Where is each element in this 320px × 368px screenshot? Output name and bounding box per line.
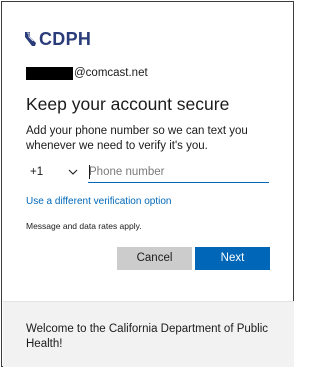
page-title: Keep your account secure: [26, 94, 230, 114]
description-text: Add your phone number so we can text you…: [26, 125, 248, 152]
account-identifier: @comcast.net: [26, 67, 148, 80]
redacted-username: [26, 67, 73, 80]
chevron-down-icon: [68, 169, 78, 175]
cdph-logo: CDPH: [24, 29, 91, 49]
phone-number-input[interactable]: [88, 161, 269, 183]
alternate-verification-link[interactable]: Use a different verification option: [26, 196, 171, 208]
next-button[interactable]: Next: [195, 247, 270, 270]
logo-text: CDPH: [39, 29, 92, 49]
signin-dialog: CDPH @comcast.net Keep your account secu…: [1, 1, 294, 367]
text-cursor: [89, 165, 90, 179]
footer-text: Welcome to the California Department of …: [26, 323, 269, 350]
welcome-footer: Welcome to the California Department of …: [3, 301, 294, 367]
account-domain: @comcast.net: [74, 67, 148, 79]
cancel-button[interactable]: Cancel: [117, 247, 192, 270]
rates-note: Message and data rates apply.: [26, 221, 142, 231]
country-code-select[interactable]: +1: [26, 161, 82, 183]
country-code-value: +1: [30, 166, 44, 178]
california-state-icon: [24, 31, 38, 47]
